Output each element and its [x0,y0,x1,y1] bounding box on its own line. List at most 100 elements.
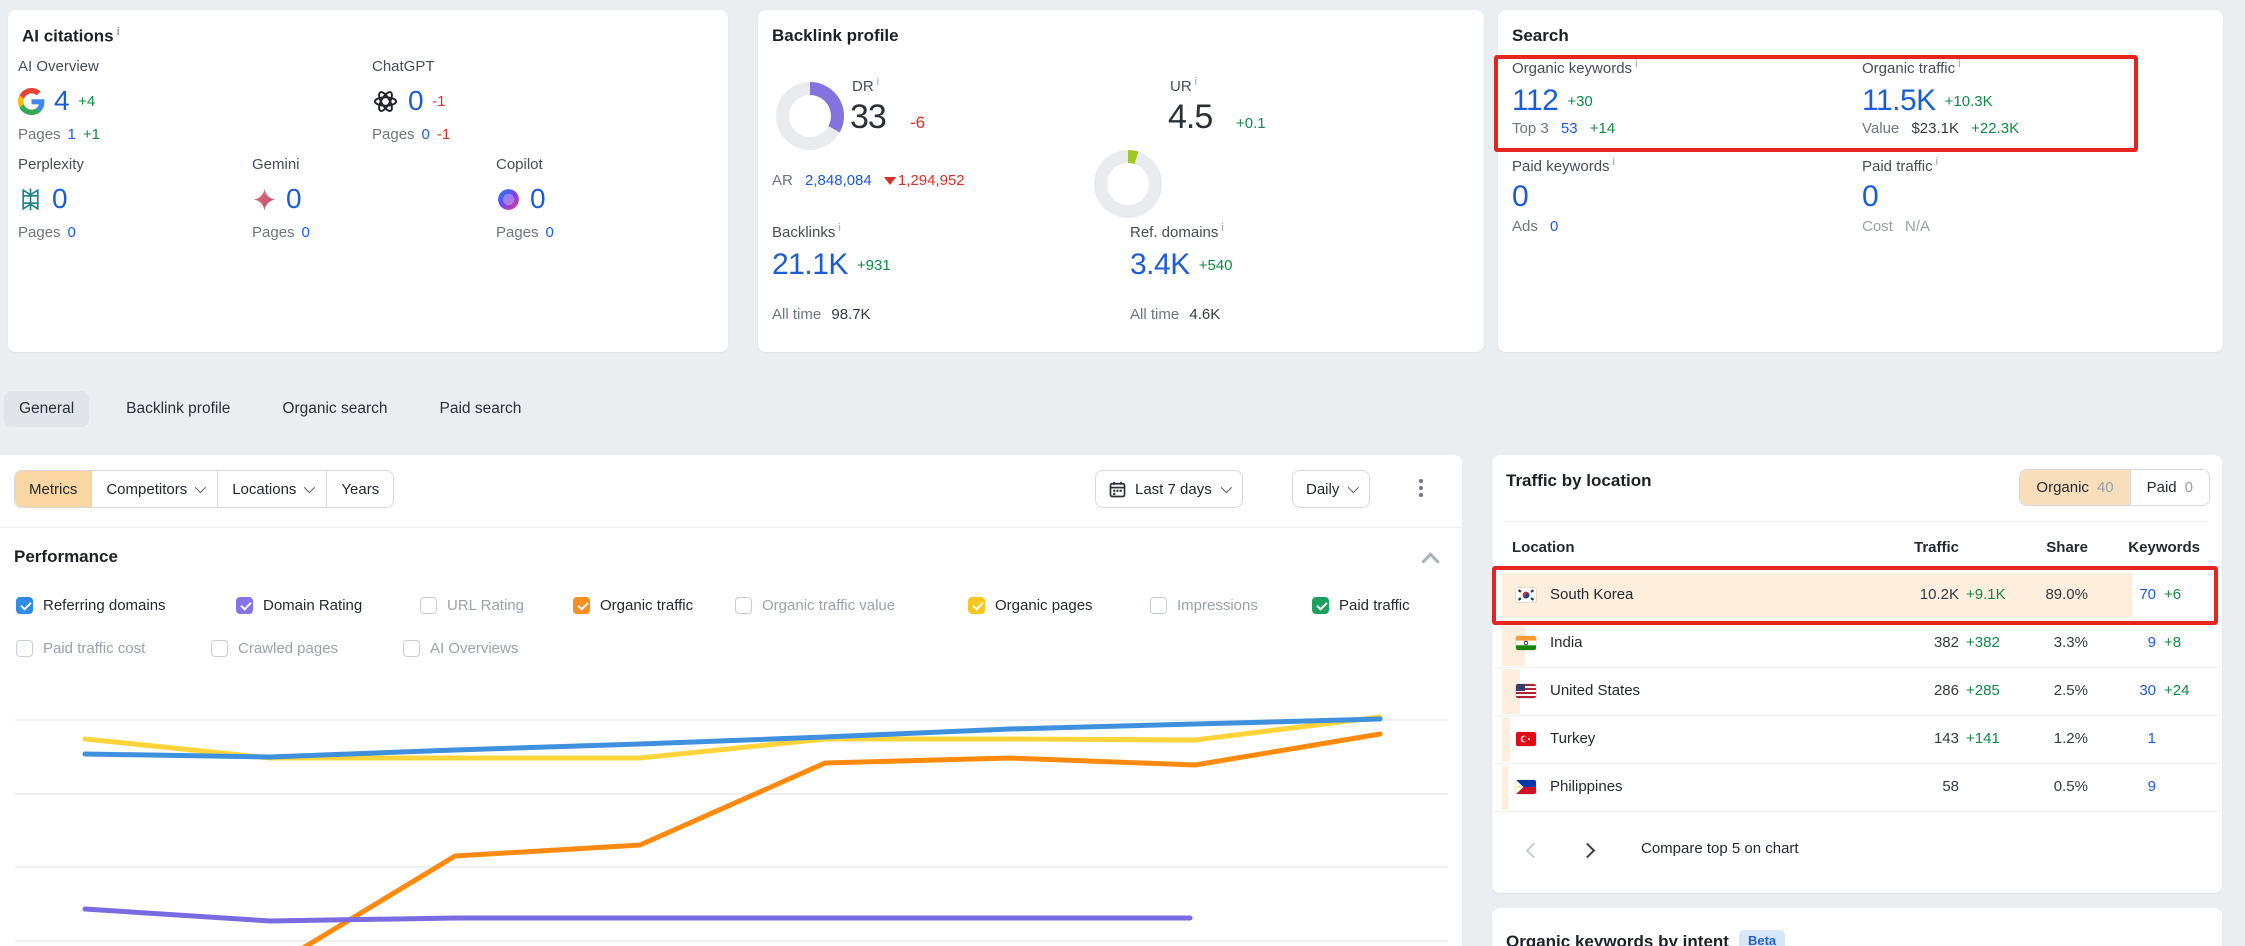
down-triangle-icon [884,177,896,185]
info-icon[interactable]: i [1195,76,1197,88]
checkbox-organic-traffic-value[interactable]: Organic traffic value [735,595,895,615]
philippines-flag [1516,780,1536,794]
pagination-next-icon[interactable] [1580,843,1596,859]
location-row-philippines[interactable]: Philippines 58 0.5% 9 [1492,764,2222,812]
gemini-stat: Gemini 0 Pages 0 [252,156,310,241]
checkbox-impressions[interactable]: Impressions [1150,595,1258,615]
paid-keywords-label: Paid keywordsi [1512,156,1615,175]
chatgpt-icon [372,88,399,115]
granularity-button[interactable]: Daily [1292,470,1370,508]
ai-overview-change: +4 [78,93,95,110]
organic-keywords-top3: Top 3 53 +14 [1512,120,1615,137]
column-keywords: Keywords [2128,539,2200,556]
checkbox-url-rating[interactable]: URL Rating [420,595,524,615]
copilot-value[interactable]: 0 [530,183,545,215]
info-icon[interactable]: i [1958,58,1960,70]
checkbox-paid-traffic[interactable]: Paid traffic [1312,595,1410,615]
tab-paid-search[interactable]: Paid search [425,391,537,427]
share-bar [1502,765,1508,810]
checkbox-icon [735,597,752,614]
perplexity-pages[interactable]: 0 [68,224,76,241]
tab-general[interactable]: General [4,391,89,427]
domain-rating-line [85,909,1190,921]
dr-value: 33 [850,98,886,137]
traffic-by-location-title: Traffic by location [1506,471,1651,491]
more-options-kebab-icon[interactable] [1419,479,1423,483]
ur-change: +0.1 [1236,115,1266,132]
gemini-pages[interactable]: 0 [302,224,310,241]
competitors-filter-button[interactable]: Competitors [92,471,218,507]
column-traffic: Traffic [1914,539,1959,556]
ai-overview-stat: AI Overview 4 +4 Pages 1 +1 [18,58,100,143]
info-icon[interactable]: i [1613,156,1615,168]
location-row-united-states[interactable]: United States 286 +285 2.5% 30 +24 [1492,668,2222,716]
info-icon[interactable]: i [1635,58,1637,70]
organic-keywords-value[interactable]: 112 [1512,84,1558,118]
ai-citations-title: AI citationsi [22,26,120,47]
paid-traffic-cost: Cost N/A [1862,218,1930,235]
backlinks-change: +931 [857,257,891,274]
organic-keywords-change: +30 [1567,93,1592,110]
pagination-prev-icon[interactable] [1526,843,1542,859]
info-icon[interactable]: i [838,222,840,234]
location-row-india[interactable]: India 382 +382 3.3% 9 +8 [1492,620,2222,668]
performance-chart [0,640,1462,946]
ai-overview-value[interactable]: 4 [54,85,69,117]
years-filter-button[interactable]: Years [327,471,393,507]
info-icon[interactable]: i [117,26,120,38]
ar-value[interactable]: 2,848,084 [805,172,872,189]
paid-traffic-label: Paid traffici [1862,156,1938,175]
checkbox-organic-traffic[interactable]: Organic traffic [573,595,693,615]
location-row-south-korea[interactable]: South Korea 10.2K +9.1K 89.0% 70 +6 [1492,572,2222,620]
gemini-value[interactable]: 0 [286,183,301,215]
locations-filter-button[interactable]: Locations [218,471,327,507]
paid-keywords-ads: Ads 0 [1512,218,1558,235]
checkbox-referring-domains[interactable]: Referring domains [16,595,166,615]
toggle-paid[interactable]: Paid0 [2130,470,2209,505]
chatgpt-pages[interactable]: 0 [422,126,430,143]
google-icon [18,88,45,115]
backlinks-label: Backlinksi [772,222,841,241]
ar-drop: 1,294,952 [898,172,965,189]
chatgpt-value[interactable]: 0 [408,85,423,117]
checkbox-domain-rating[interactable]: Domain Rating [236,595,362,615]
keywords-by-intent-title: Organic keywords by intentBeta [1506,930,1785,946]
perplexity-value[interactable]: 0 [52,183,67,215]
ai-citations-card: AI citationsi AI Overview 4 +4 Pages 1 +… [8,10,728,352]
organic-traffic-label: Organic traffici [1862,58,1961,77]
column-location: Location [1512,539,1575,556]
compare-top5-link[interactable]: Compare top 5 on chart [1641,840,1799,857]
backlinks-value[interactable]: 21.1K [772,248,848,282]
paid-traffic-value[interactable]: 0 [1862,180,1878,213]
collapse-chevron-up-icon[interactable] [1421,552,1439,570]
dr-donut [776,82,844,150]
calendar-icon [1109,481,1126,498]
checkbox-icon [236,597,253,614]
date-range-button[interactable]: Last 7 days [1095,470,1243,508]
ref-domains-change: +540 [1199,257,1233,274]
copilot-icon [496,187,521,212]
info-icon[interactable]: i [1221,222,1223,234]
tab-organic-search[interactable]: Organic search [267,391,402,427]
perplexity-icon [18,187,43,212]
turkey-flag [1516,732,1536,746]
location-row-turkey[interactable]: Turkey 143 +141 1.2% 1 [1492,716,2222,764]
keywords-by-intent-card: Organic keywords by intentBeta [1492,908,2222,946]
chevron-down-icon [1220,482,1231,493]
metrics-filter-button[interactable]: Metrics [15,471,92,507]
backlink-profile-title: Backlink profile [772,26,899,46]
checkbox-icon [968,597,985,614]
checkbox-organic-pages[interactable]: Organic pages [968,595,1093,615]
info-icon[interactable]: i [1936,156,1938,168]
column-share: Share [2046,539,2088,556]
info-icon[interactable]: i [877,76,879,88]
chatgpt-change: -1 [432,93,445,110]
toggle-organic[interactable]: Organic40 [2020,470,2129,505]
ai-overview-pages[interactable]: 1 [68,126,76,143]
ref-domains-alltime: All time 4.6K [1130,306,1220,323]
tab-backlink-profile[interactable]: Backlink profile [111,391,245,427]
organic-traffic-value[interactable]: 11.5K [1862,84,1936,118]
ref-domains-value[interactable]: 3.4K [1130,248,1190,282]
copilot-pages[interactable]: 0 [546,224,554,241]
paid-keywords-value[interactable]: 0 [1512,180,1528,213]
